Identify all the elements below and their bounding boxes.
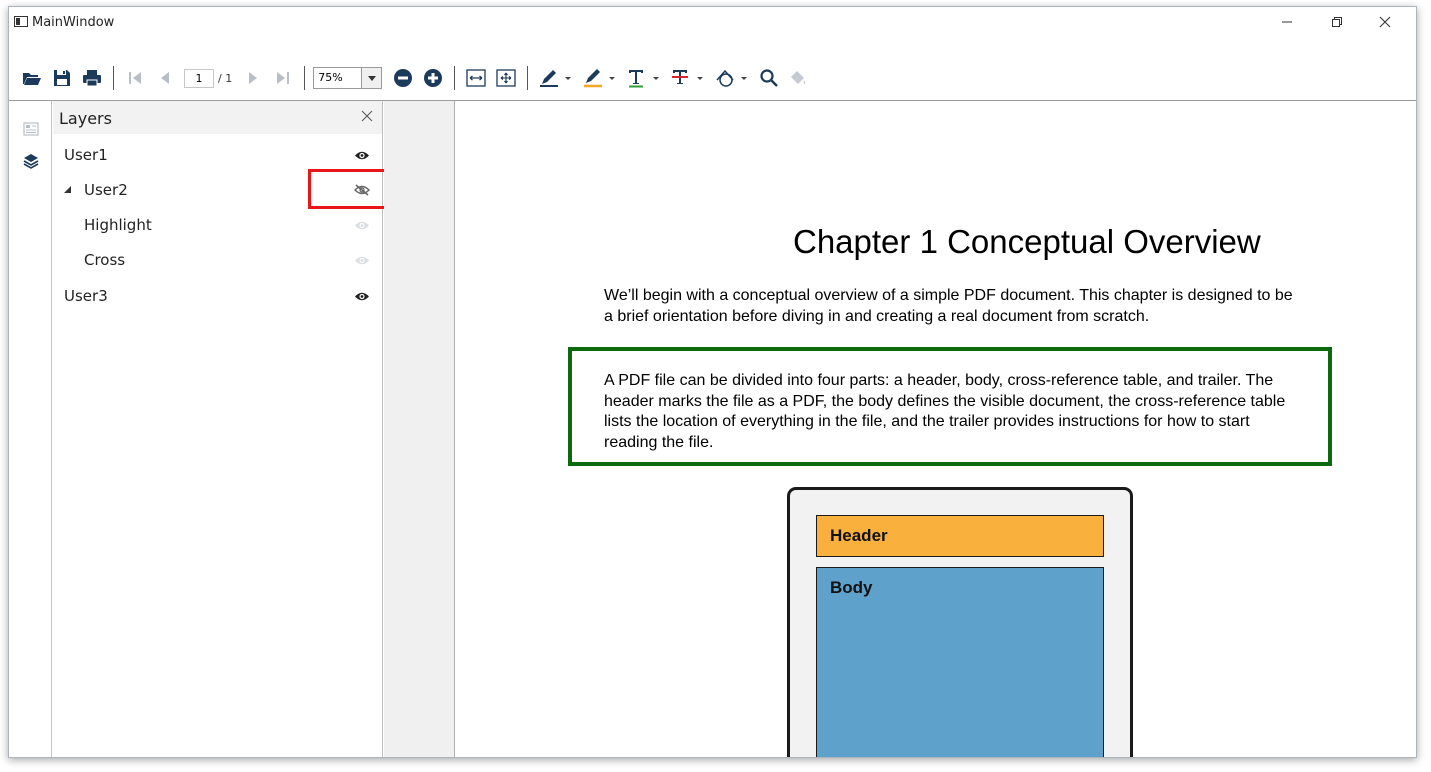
layer-label: User2 — [84, 181, 128, 199]
diagram-header-part: Header — [816, 515, 1104, 557]
search-button[interactable] — [754, 63, 784, 93]
main-window: MainWindow 1 / 1 75% Layers User1 User2 … — [8, 6, 1417, 758]
shape-button[interactable] — [710, 63, 754, 93]
fit-page-button[interactable] — [491, 63, 521, 93]
restore-button[interactable] — [1314, 7, 1360, 37]
ink-pen-icon — [540, 70, 572, 87]
layer-label: Cross — [84, 251, 126, 269]
page-gutter — [384, 101, 455, 757]
first-page-icon — [129, 72, 141, 84]
search-icon — [760, 69, 779, 87]
paragraph-1: We’ll begin with a conceptual overview o… — [604, 287, 1293, 325]
save-button[interactable] — [47, 63, 77, 93]
layer-row[interactable]: Cross — [53, 243, 382, 278]
zoom-out-icon — [394, 69, 413, 87]
fill-bucket-icon — [791, 71, 806, 84]
diagram-body-label: Body — [830, 578, 873, 597]
layer-visibility-toggle[interactable] — [353, 218, 371, 232]
open-folder-icon — [23, 73, 41, 85]
highlighter-button[interactable] — [578, 63, 622, 93]
close-icon — [1379, 16, 1391, 28]
next-page-button[interactable] — [238, 63, 268, 93]
layers-icon — [23, 154, 39, 169]
page-number-input[interactable]: 1 — [184, 68, 214, 88]
print-icon — [83, 70, 101, 87]
diagram-header-label: Header — [830, 526, 888, 545]
toolbar-separator — [454, 66, 456, 90]
text-strikethrough-button[interactable] — [666, 63, 710, 93]
layer-label: User3 — [64, 287, 108, 305]
diagram-body-part: Body — [816, 567, 1104, 757]
eye-icon — [355, 221, 369, 229]
print-button[interactable] — [77, 63, 107, 93]
fit-page-icon — [496, 69, 516, 87]
layers-panel: Layers User1 User2 Highlight Cross User3 — [53, 101, 416, 757]
fill-bucket-button[interactable] — [784, 63, 814, 93]
layer-row[interactable]: User1 — [53, 138, 382, 173]
layer-visibility-toggle[interactable] — [353, 289, 371, 303]
zoom-select[interactable]: 75% — [313, 67, 383, 89]
zoom-dropdown-button[interactable] — [361, 68, 382, 88]
toolbar-separator — [113, 66, 114, 90]
layer-row[interactable]: Highlight — [53, 208, 382, 243]
toolbar-separator — [304, 66, 306, 90]
ink-pen-button[interactable] — [534, 63, 578, 93]
layer-row[interactable]: User3 — [53, 279, 382, 314]
close-icon — [361, 110, 373, 122]
text-underline-icon — [629, 70, 660, 88]
side-icon-strip — [9, 101, 52, 757]
chapter-title: Chapter 1 Conceptual Overview — [793, 223, 1261, 260]
title-bar: MainWindow — [9, 7, 1416, 37]
last-page-button[interactable] — [268, 63, 298, 93]
eye-icon — [355, 256, 369, 264]
last-page-icon — [277, 72, 290, 84]
zoom-value: 75% — [318, 71, 343, 84]
zoom-in-button[interactable] — [418, 63, 448, 93]
restore-icon — [1332, 17, 1342, 27]
toolbar: 1 / 1 75% — [9, 59, 1416, 97]
paragraph-2: A PDF file can be divided into four part… — [604, 372, 1286, 451]
close-window-button[interactable] — [1362, 7, 1408, 37]
app-icon — [14, 16, 28, 27]
fit-width-icon — [466, 69, 486, 87]
open-button[interactable] — [17, 63, 47, 93]
document-view[interactable]: Chapter 1 Conceptual Overview We’ll begi… — [456, 101, 1416, 757]
next-page-icon — [249, 72, 258, 84]
zoom-out-button[interactable] — [388, 63, 418, 93]
save-icon — [54, 70, 70, 86]
minimize-button[interactable] — [1264, 7, 1310, 37]
thumbnails-icon — [23, 122, 39, 136]
fit-width-button[interactable] — [461, 63, 491, 93]
pdf-structure-diagram: Header Body — [787, 487, 1133, 757]
previous-page-icon — [161, 72, 169, 84]
eye-icon — [355, 292, 369, 300]
thumbnails-tab[interactable] — [21, 119, 41, 139]
layers-close-button[interactable] — [358, 107, 376, 125]
layer-label: User1 — [64, 146, 108, 164]
eye-icon — [355, 151, 369, 159]
zoom-in-icon — [424, 69, 443, 87]
text-underline-button[interactable] — [622, 63, 666, 93]
chevron-down-icon — [367, 75, 376, 81]
text-strikethrough-icon — [672, 70, 704, 84]
previous-page-button[interactable] — [150, 63, 180, 93]
layer-visibility-toggle[interactable] — [353, 148, 371, 162]
layer-visibility-toggle[interactable] — [353, 253, 371, 267]
shape-icon — [716, 69, 748, 87]
page-total: / 1 — [218, 71, 233, 85]
expand-triangle-icon[interactable] — [64, 186, 71, 193]
toolbar-separator — [527, 66, 529, 90]
layers-panel-header: Layers — [53, 101, 382, 134]
layer-label: Highlight — [84, 216, 152, 234]
layers-tab[interactable] — [21, 151, 41, 171]
first-page-button[interactable] — [120, 63, 150, 93]
window-title: MainWindow — [32, 15, 115, 30]
minimize-icon — [1282, 21, 1292, 23]
highlighter-icon — [584, 69, 616, 88]
layers-panel-title: Layers — [59, 109, 112, 128]
